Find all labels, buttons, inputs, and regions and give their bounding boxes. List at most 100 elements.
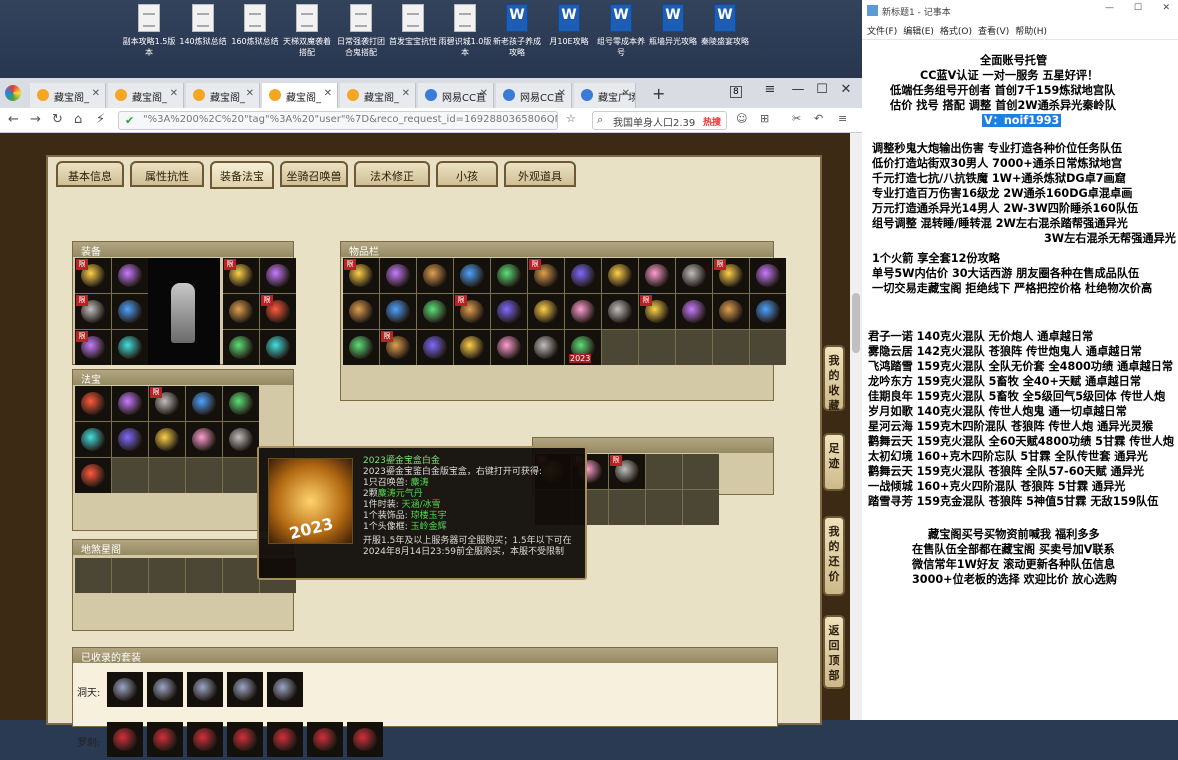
side-button[interactable]: 足迹: [823, 433, 845, 491]
item-slot[interactable]: 限: [75, 330, 111, 365]
browser-logo-icon[interactable]: [5, 85, 21, 101]
set-item[interactable]: [227, 672, 263, 707]
set-item[interactable]: [147, 672, 183, 707]
empty-slot[interactable]: [676, 330, 712, 365]
game-tab[interactable]: 属性抗性: [130, 161, 204, 187]
item-slot[interactable]: [417, 258, 453, 293]
browser-tab[interactable]: 藏宝阁_ ✕: [340, 83, 416, 108]
notepad-close-button[interactable]: ✕: [1162, 3, 1170, 13]
menu-icon[interactable]: ≡: [756, 82, 784, 104]
tab-close-icon[interactable]: ✕: [324, 88, 332, 99]
desktop-icon[interactable]: 月10E攻略: [542, 4, 596, 47]
empty-slot[interactable]: [149, 558, 185, 593]
item-slot[interactable]: [602, 294, 638, 329]
side-button[interactable]: 我的还价: [823, 516, 845, 596]
empty-slot[interactable]: [713, 330, 749, 365]
item-slot[interactable]: [223, 330, 259, 365]
item-slot[interactable]: [565, 258, 601, 293]
new-tab-button[interactable]: +: [652, 84, 665, 103]
item-slot[interactable]: 限: [609, 454, 645, 489]
back-icon[interactable]: ←: [8, 112, 19, 127]
empty-slot[interactable]: [186, 458, 222, 493]
browser-tab[interactable]: 网易CC直 ✕: [496, 83, 572, 108]
notepad-menu-item[interactable]: 格式(O): [940, 27, 972, 37]
set-item[interactable]: [267, 722, 303, 757]
notepad-menu-item[interactable]: 编辑(E): [903, 27, 934, 37]
desktop-icon[interactable]: 组号零成本养号: [594, 4, 648, 58]
tab-close-icon[interactable]: ✕: [480, 88, 488, 99]
lightning-icon[interactable]: ⚡: [96, 112, 105, 127]
desktop-icon[interactable]: 副本攻略1.5版本: [122, 4, 176, 58]
desktop-icon[interactable]: 日常强袭打团合鬼搭配: [334, 4, 388, 58]
browser-tab[interactable]: 藏宝广场 ✕: [574, 83, 636, 108]
item-slot[interactable]: [750, 258, 786, 293]
item-slot[interactable]: [639, 258, 675, 293]
notepad-maximize-button[interactable]: ☐: [1134, 3, 1142, 13]
browser-tab[interactable]: 藏宝阁_ ✕: [30, 83, 106, 108]
item-slot[interactable]: [343, 294, 379, 329]
item-slot[interactable]: [260, 330, 296, 365]
set-item[interactable]: [187, 722, 223, 757]
search-input[interactable]: ⌕ 我国单身人口2.39 热搜: [592, 111, 727, 130]
item-slot[interactable]: [75, 386, 111, 421]
empty-slot[interactable]: [750, 330, 786, 365]
item-slot[interactable]: [676, 258, 712, 293]
item-slot[interactable]: [565, 294, 601, 329]
set-item[interactable]: [107, 722, 143, 757]
item-slot[interactable]: [112, 386, 148, 421]
scissors-icon[interactable]: ✂: [792, 112, 801, 125]
item-slot[interactable]: [343, 330, 379, 365]
item-slot[interactable]: 限: [75, 258, 111, 293]
item-slot[interactable]: 限: [528, 258, 564, 293]
notepad-menu-item[interactable]: 查看(V): [978, 27, 1009, 37]
desktop-icon[interactable]: 140炼狱总结: [176, 4, 230, 47]
game-tab[interactable]: 法术修正: [354, 161, 430, 187]
notepad-menu-item[interactable]: 文件(F): [867, 27, 897, 37]
browser-tab[interactable]: 藏宝阁_ ✕: [186, 83, 260, 108]
item-slot[interactable]: [112, 294, 148, 329]
item-slot[interactable]: 限: [75, 294, 111, 329]
desktop-icon[interactable]: 新老孩子养成攻略: [490, 4, 544, 58]
item-slot[interactable]: [75, 458, 111, 493]
notepad-text-area[interactable]: 全面账号托管 CC蓝V认证 一对一服务 五星好评！ 低端任务组号开创者 首创7千15…: [862, 41, 1178, 720]
tab-close-icon[interactable]: ✕: [622, 88, 630, 99]
tab-close-icon[interactable]: ✕: [246, 88, 254, 99]
desktop-icon[interactable]: 雨碧识城1.0版本: [438, 4, 492, 58]
side-button[interactable]: 我的收藏: [823, 345, 845, 412]
item-slot[interactable]: [491, 330, 527, 365]
extension-icon[interactable]: ⊞: [760, 112, 769, 125]
item-slot[interactable]: 限: [454, 294, 490, 329]
empty-slot[interactable]: [683, 490, 719, 525]
item-slot[interactable]: 限: [223, 258, 259, 293]
item-slot[interactable]: 限: [713, 258, 749, 293]
desktop-icon[interactable]: 首发宝宝抗性: [386, 4, 440, 47]
item-slot[interactable]: [112, 258, 148, 293]
item-slot[interactable]: [750, 294, 786, 329]
home-icon[interactable]: ⌂: [74, 112, 82, 127]
set-item[interactable]: [187, 672, 223, 707]
notepad-menu-item[interactable]: 帮助(H): [1015, 27, 1047, 37]
tab-close-icon[interactable]: ✕: [558, 88, 566, 99]
item-slot[interactable]: [112, 422, 148, 457]
item-slot[interactable]: [454, 258, 490, 293]
game-tab[interactable]: 外观道具: [504, 161, 576, 187]
forward-icon[interactable]: →: [30, 112, 41, 127]
tab-close-icon[interactable]: ✕: [402, 88, 410, 99]
browser-tab[interactable]: 藏宝阁_ ✕: [262, 83, 338, 108]
item-slot[interactable]: 限: [260, 294, 296, 329]
item-slot[interactable]: [713, 294, 749, 329]
empty-slot[interactable]: [112, 458, 148, 493]
desktop-icon[interactable]: 秦陵盛宴攻略: [698, 4, 752, 47]
empty-slot[interactable]: [646, 454, 682, 489]
game-tab[interactable]: 坐骑召唤兽: [280, 161, 348, 187]
set-item[interactable]: [147, 722, 183, 757]
bookmark-star-icon[interactable]: ☆: [566, 112, 576, 125]
close-window-button[interactable]: ✕: [832, 82, 860, 104]
more-icon[interactable]: ≡: [838, 112, 847, 125]
empty-slot[interactable]: [223, 558, 259, 593]
item-slot[interactable]: [149, 422, 185, 457]
empty-slot[interactable]: [602, 330, 638, 365]
item-slot[interactable]: [454, 330, 490, 365]
item-slot[interactable]: [223, 386, 259, 421]
item-slot[interactable]: [417, 330, 453, 365]
